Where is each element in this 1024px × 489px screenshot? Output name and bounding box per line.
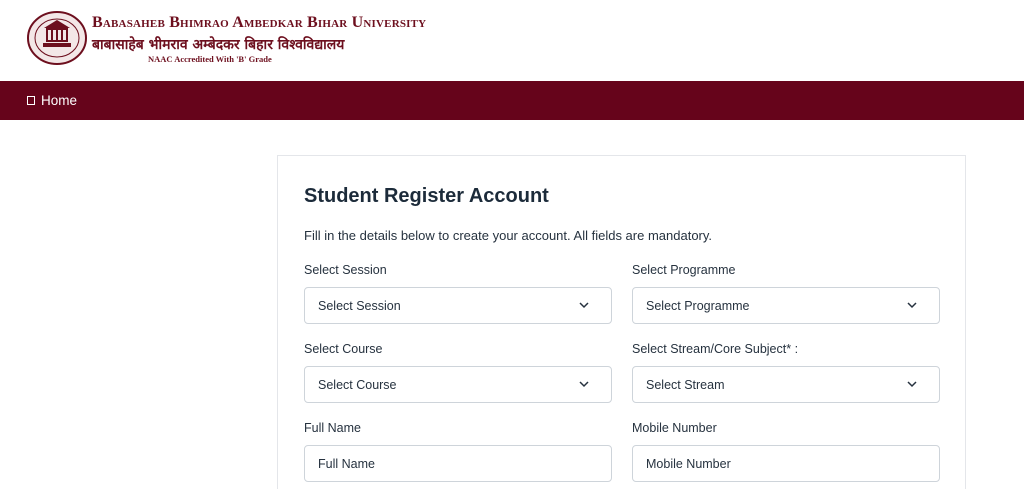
- university-name-hindi: बाबासाहेब भीमराव अम्बेदकर बिहार विश्वविद…: [92, 37, 345, 53]
- nav-home-label: Home: [41, 93, 78, 108]
- chevron-down-icon: [907, 302, 917, 309]
- chevron-down-icon: [579, 381, 589, 388]
- university-logo[interactable]: Babasaheb Bhimrao Ambedkar Bihar Univers…: [24, 8, 426, 68]
- course-select[interactable]: Select Course: [304, 366, 612, 403]
- university-name-english: Babasaheb Bhimrao Ambedkar Bihar Univers…: [92, 14, 427, 31]
- session-select-value: Select Session: [318, 298, 401, 313]
- full-name-input[interactable]: [304, 445, 612, 482]
- programme-select-value: Select Programme: [646, 298, 750, 313]
- course-label: Select Course: [304, 342, 383, 356]
- register-form-card: Student Register Account Fill in the det…: [277, 155, 966, 489]
- chevron-down-icon: [579, 302, 589, 309]
- stream-select-value: Select Stream: [646, 377, 725, 392]
- programme-select[interactable]: Select Programme: [632, 287, 940, 324]
- stream-label: Select Stream/Core Subject* :: [632, 342, 799, 356]
- stream-select[interactable]: Select Stream: [632, 366, 940, 403]
- chevron-down-icon: [907, 381, 917, 388]
- home-icon: [27, 96, 35, 105]
- mobile-label: Mobile Number: [632, 421, 717, 435]
- mobile-number-input[interactable]: [632, 445, 940, 482]
- university-seal-icon: [27, 11, 87, 65]
- form-subtitle: Fill in the details below to create your…: [304, 228, 713, 243]
- form-title: Student Register Account: [304, 185, 549, 207]
- full-name-label: Full Name: [304, 421, 361, 435]
- course-select-value: Select Course: [318, 377, 397, 392]
- site-header: Babasaheb Bhimrao Ambedkar Bihar Univers…: [0, 0, 1024, 81]
- programme-label: Select Programme: [632, 263, 736, 277]
- main-navbar: Home: [0, 81, 1024, 120]
- session-select[interactable]: Select Session: [304, 287, 612, 324]
- nav-home-link[interactable]: Home: [27, 93, 77, 108]
- session-label: Select Session: [304, 263, 387, 277]
- accreditation-text: NAAC Accredited With 'B' Grade: [148, 54, 272, 64]
